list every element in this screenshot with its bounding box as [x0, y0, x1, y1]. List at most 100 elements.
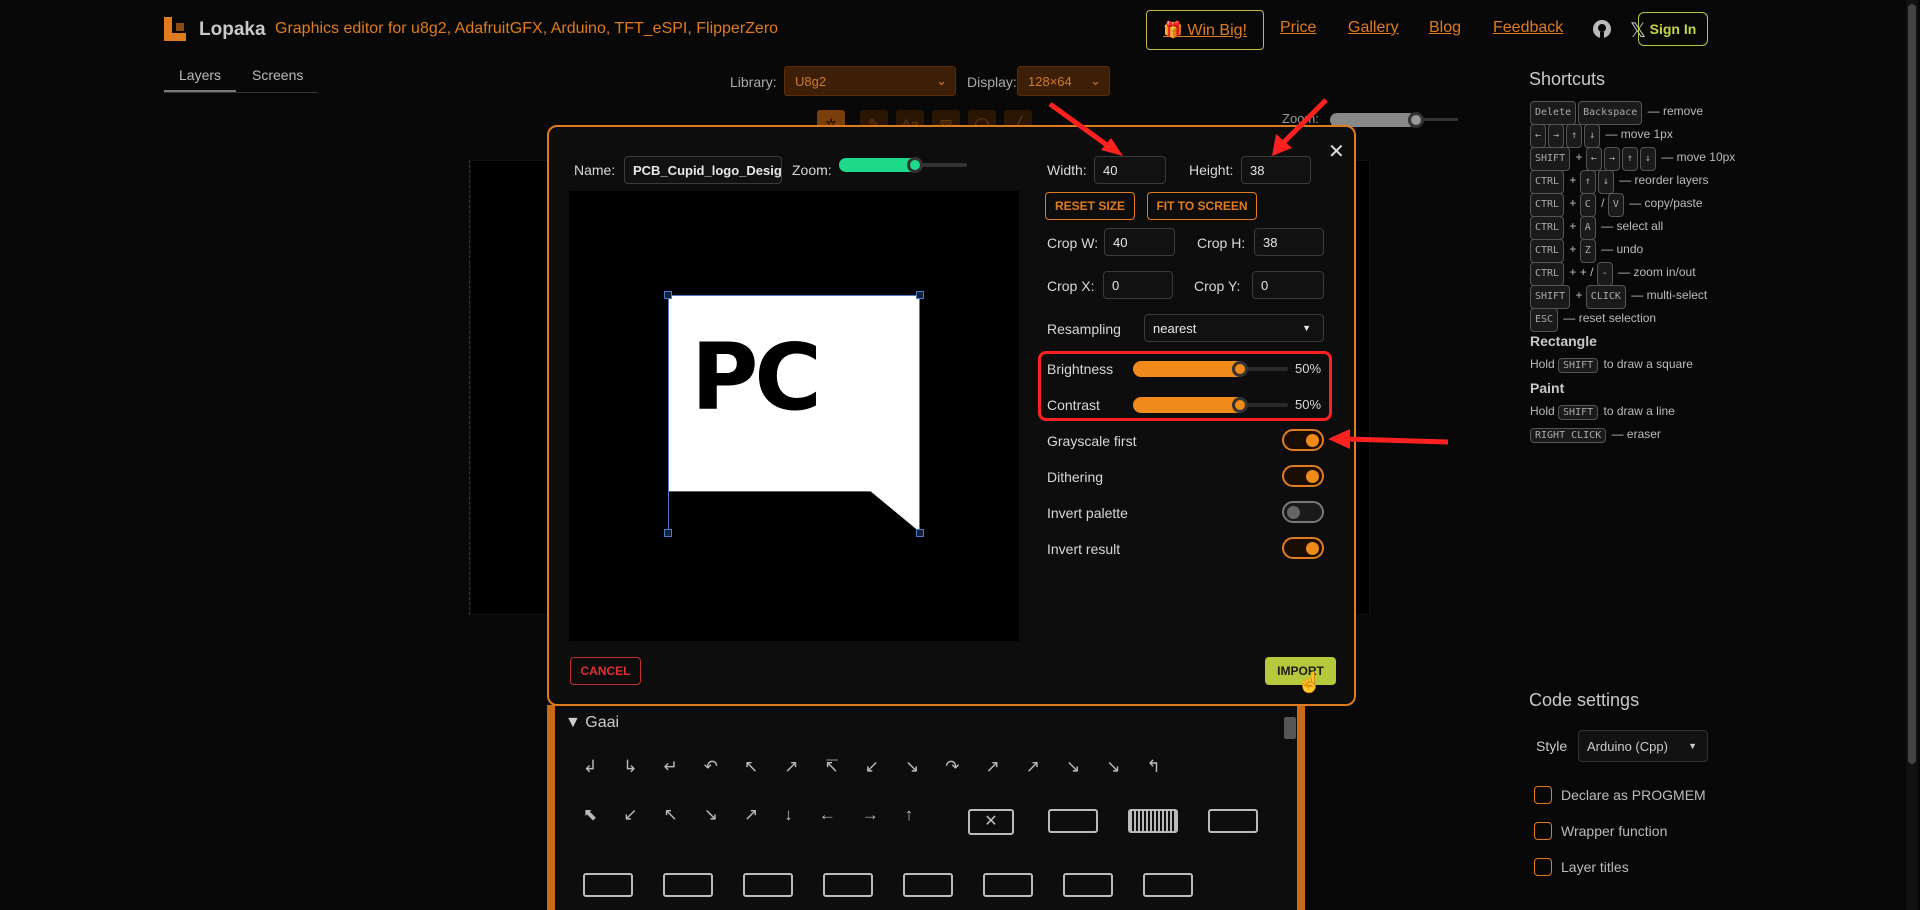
- app-name[interactable]: Lopaka: [199, 19, 266, 41]
- price-link[interactable]: Price: [1280, 19, 1316, 37]
- modal-zoom-knob[interactable]: [907, 157, 923, 173]
- gallery-scrollbar[interactable]: [1284, 717, 1296, 739]
- arrow-icon[interactable]: ↳: [623, 757, 637, 777]
- reset-size-button[interactable]: RESET SIZE: [1045, 192, 1135, 220]
- invert-palette-toggle[interactable]: [1282, 501, 1324, 523]
- arrow-icon[interactable]: ↑: [905, 805, 914, 825]
- arrow-icon[interactable]: ↘: [704, 805, 718, 825]
- resampling-label: Resampling: [1047, 321, 1121, 337]
- shortcut-row: ESC — reset selection: [1530, 308, 1890, 332]
- battery-icon[interactable]: [903, 873, 953, 897]
- arrow-icon[interactable]: ↗: [986, 757, 1000, 777]
- preview-image[interactable]: PC: [668, 295, 921, 533]
- shortcut-description: — reorder layers: [1615, 173, 1709, 187]
- battery-icon[interactable]: [1048, 809, 1098, 833]
- sign-in-button[interactable]: Sign In: [1638, 12, 1708, 46]
- wrapper-function-checkbox[interactable]: [1534, 822, 1552, 840]
- shortcut-separator: +: [1572, 288, 1586, 302]
- cancel-button[interactable]: CANCEL: [570, 657, 641, 685]
- arrow-icon[interactable]: ↘: [1066, 757, 1080, 777]
- kbd-key: ↑: [1621, 147, 1638, 171]
- kbd-key: ↑: [1579, 170, 1596, 194]
- wrapper-function-label: Wrapper function: [1561, 823, 1668, 839]
- crop-w-input[interactable]: 40: [1104, 228, 1175, 256]
- library-select[interactable]: U8g2 ⌄: [784, 66, 956, 96]
- arrow-icon[interactable]: ↖: [744, 757, 758, 777]
- arrow-icon[interactable]: ↸: [825, 757, 839, 777]
- arrow-icon[interactable]: ↓: [784, 805, 793, 825]
- grayscale-label: Grayscale first: [1047, 433, 1137, 449]
- dithering-toggle[interactable]: [1282, 465, 1324, 487]
- hint-text: to draw a square: [1603, 357, 1693, 371]
- arrow-icon[interactable]: ↙: [865, 757, 879, 777]
- arrow-icon[interactable]: ↰: [1147, 757, 1161, 777]
- red-arrow-icon: [1272, 98, 1328, 156]
- hint-text: to draw a line: [1603, 404, 1675, 418]
- github-icon[interactable]: [1592, 19, 1612, 44]
- grayscale-toggle[interactable]: [1282, 429, 1324, 451]
- arrow-icon[interactable]: ↵: [664, 757, 678, 777]
- arrow-icon[interactable]: ↘: [905, 757, 919, 777]
- battery-icon[interactable]: [983, 873, 1033, 897]
- page-scrollbar-thumb[interactable]: [1908, 4, 1916, 764]
- arrow-icon[interactable]: ←: [819, 805, 836, 825]
- kbd-key: ↓: [1639, 147, 1656, 171]
- hint-text: Hold: [1530, 404, 1555, 418]
- resize-handle[interactable]: [916, 529, 924, 537]
- battery-full-icon[interactable]: [1128, 809, 1178, 833]
- style-label: Style: [1536, 738, 1568, 754]
- shortcut-description: — move 10px: [1657, 150, 1736, 164]
- resize-handle[interactable]: [916, 291, 924, 299]
- lopaka-logo-icon[interactable]: [164, 17, 188, 41]
- display-select[interactable]: 128×64 ⌄: [1017, 66, 1110, 96]
- shortcut-description: — move 1px: [1602, 127, 1673, 141]
- arrow-icon[interactable]: ↖: [664, 805, 678, 825]
- battery-icon[interactable]: [663, 873, 713, 897]
- name-input[interactable]: PCB_Cupid_logo_Design.: [624, 156, 782, 184]
- resampling-select-value: nearest: [1153, 320, 1197, 336]
- gallery-row-2: ⬉ ↙ ↖ ↘ ↗ ↓ ← → ↑: [583, 805, 913, 825]
- crop-h-input[interactable]: 38: [1254, 228, 1324, 256]
- kbd-key: SHIFT: [1558, 358, 1599, 373]
- battery-icon[interactable]: [1063, 873, 1113, 897]
- win-big-button[interactable]: 🎁 Win Big!: [1146, 10, 1264, 50]
- invert-result-toggle[interactable]: [1282, 537, 1324, 559]
- crop-y-input[interactable]: 0: [1252, 271, 1324, 299]
- blog-link[interactable]: Blog: [1429, 19, 1461, 37]
- battery-icon[interactable]: [1143, 873, 1193, 897]
- tab-layers[interactable]: Layers: [179, 67, 221, 83]
- arrow-icon[interactable]: ↲: [583, 757, 597, 777]
- arrow-icon[interactable]: ↘: [1106, 757, 1120, 777]
- arrow-icon[interactable]: ↗: [784, 757, 798, 777]
- crop-x-input[interactable]: 0: [1103, 271, 1173, 299]
- battery-empty-icon[interactable]: ✕: [968, 809, 1014, 835]
- gallery-section-title[interactable]: ▼ Gaai: [565, 714, 619, 732]
- zoom-slider-knob[interactable]: [1408, 112, 1424, 128]
- arrow-icon[interactable]: ↙: [623, 805, 637, 825]
- battery-icon[interactable]: [823, 873, 873, 897]
- style-select[interactable]: Arduino (Cpp) ▼: [1578, 730, 1708, 762]
- gallery-row-1: ↲ ↳ ↵ ↶ ↖ ↗ ↸ ↙ ↘ ↷ ↗ ↗ ↘ ↘ ↰: [583, 757, 1263, 777]
- tab-screens[interactable]: Screens: [252, 67, 303, 83]
- battery-icon[interactable]: [743, 873, 793, 897]
- resampling-select[interactable]: nearest ▼: [1144, 314, 1324, 342]
- battery-icon[interactable]: [583, 873, 633, 897]
- declare-progmem-label: Declare as PROGMEM: [1561, 787, 1706, 803]
- arrow-icon[interactable]: ↗: [1026, 757, 1040, 777]
- gallery-link[interactable]: Gallery: [1348, 19, 1399, 37]
- arrow-icon[interactable]: ↗: [744, 805, 758, 825]
- shortcut-row: CTRL + C / V — copy/paste: [1530, 193, 1890, 217]
- resize-handle[interactable]: [664, 291, 672, 299]
- kbd-key: →: [1548, 124, 1565, 148]
- battery-icon[interactable]: [1208, 809, 1258, 833]
- kbd-key: V: [1607, 193, 1624, 217]
- arrow-icon[interactable]: ↷: [945, 757, 959, 777]
- layer-titles-checkbox[interactable]: [1534, 858, 1552, 876]
- fit-to-screen-button[interactable]: FIT TO SCREEN: [1147, 192, 1257, 220]
- arrow-icon[interactable]: →: [862, 805, 879, 825]
- declare-progmem-checkbox[interactable]: [1534, 786, 1552, 804]
- arrow-icon[interactable]: ↶: [704, 757, 718, 777]
- arrow-icon[interactable]: ⬉: [583, 805, 597, 825]
- feedback-link[interactable]: Feedback: [1493, 19, 1563, 37]
- resize-handle[interactable]: [664, 529, 672, 537]
